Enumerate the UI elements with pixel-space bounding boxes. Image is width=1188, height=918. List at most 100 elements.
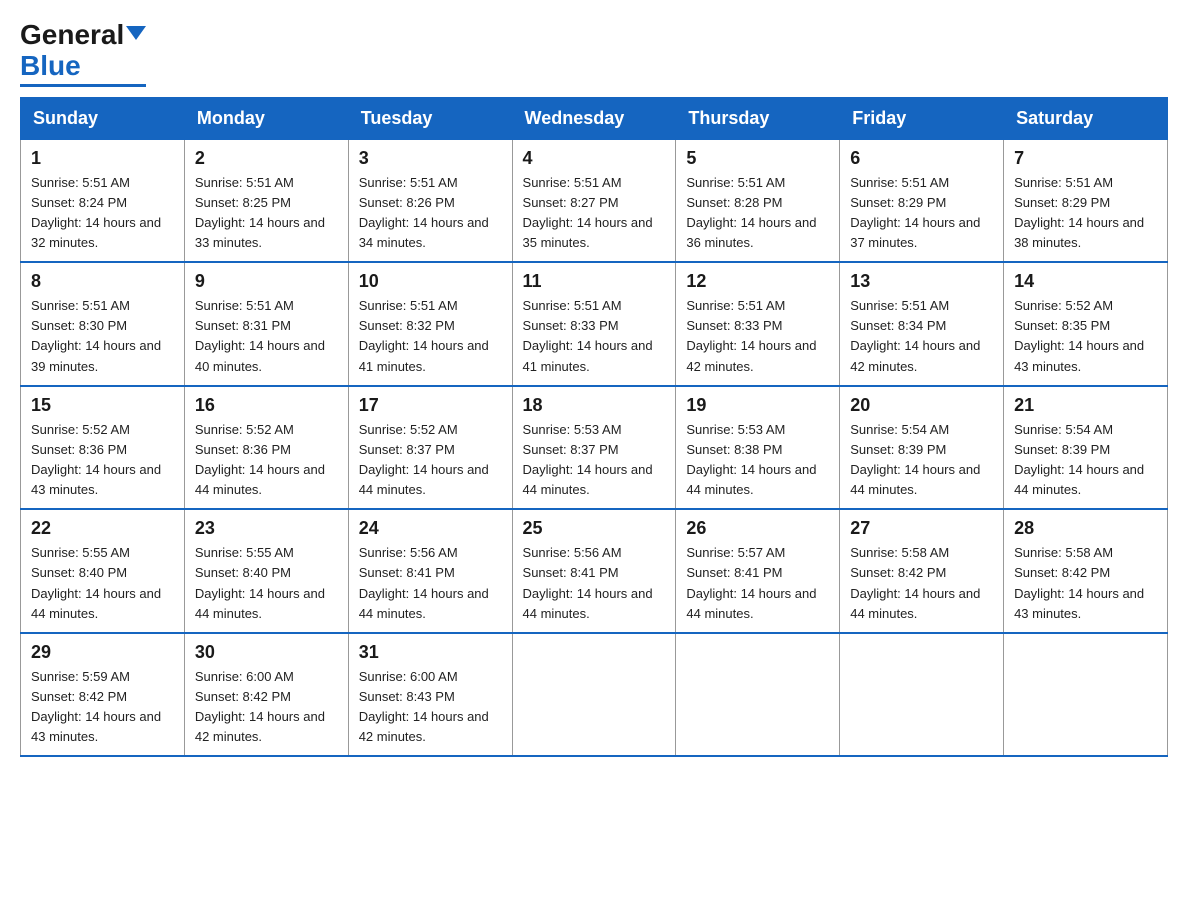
day-number: 18	[523, 395, 666, 416]
calendar-cell	[676, 633, 840, 757]
page-header: General Blue	[20, 20, 1168, 87]
calendar-cell: 3 Sunrise: 5:51 AMSunset: 8:26 PMDaylight…	[348, 139, 512, 262]
calendar-cell: 15 Sunrise: 5:52 AMSunset: 8:36 PMDayligh…	[21, 386, 185, 510]
calendar-cell: 8Sunrise: 5:51 AMSunset: 8:30 PMDaylight…	[21, 262, 185, 386]
calendar-cell: 12Sunrise: 5:51 AMSunset: 8:33 PMDayligh…	[676, 262, 840, 386]
day-number: 1	[31, 148, 174, 169]
day-info: Sunrise: 5:51 AMSunset: 8:33 PMDaylight:…	[523, 296, 666, 377]
calendar-cell: 25Sunrise: 5:56 AMSunset: 8:41 PMDayligh…	[512, 509, 676, 633]
calendar-cell: 14Sunrise: 5:52 AMSunset: 8:35 PMDayligh…	[1004, 262, 1168, 386]
calendar-week-1: 1 Sunrise: 5:51 AMSunset: 8:24 PMDaylight…	[21, 139, 1168, 262]
calendar-cell: 4 Sunrise: 5:51 AMSunset: 8:27 PMDaylight…	[512, 139, 676, 262]
calendar-cell: 11Sunrise: 5:51 AMSunset: 8:33 PMDayligh…	[512, 262, 676, 386]
day-number: 6	[850, 148, 993, 169]
day-info: Sunrise: 5:55 AMSunset: 8:40 PMDaylight:…	[195, 543, 338, 624]
calendar-cell: 19 Sunrise: 5:53 AMSunset: 8:38 PMDayligh…	[676, 386, 840, 510]
calendar-cell	[840, 633, 1004, 757]
day-number: 19	[686, 395, 829, 416]
day-number: 28	[1014, 518, 1157, 539]
calendar-cell	[1004, 633, 1168, 757]
day-info: Sunrise: 5:57 AMSunset: 8:41 PMDaylight:…	[686, 543, 829, 624]
day-info: Sunrise: 5:51 AMSunset: 8:27 PMDaylight:…	[523, 173, 666, 254]
weekday-header-saturday: Saturday	[1004, 97, 1168, 139]
day-info: Sunrise: 5:51 AMSunset: 8:25 PMDaylight:…	[195, 173, 338, 254]
calendar-cell: 21Sunrise: 5:54 AMSunset: 8:39 PMDayligh…	[1004, 386, 1168, 510]
day-number: 21	[1014, 395, 1157, 416]
day-number: 10	[359, 271, 502, 292]
day-info: Sunrise: 5:51 AMSunset: 8:26 PMDaylight:…	[359, 173, 502, 254]
day-number: 29	[31, 642, 174, 663]
day-number: 4	[523, 148, 666, 169]
calendar-cell: 29 Sunrise: 5:59 AMSunset: 8:42 PMDayligh…	[21, 633, 185, 757]
weekday-header-tuesday: Tuesday	[348, 97, 512, 139]
weekday-header-wednesday: Wednesday	[512, 97, 676, 139]
calendar-week-5: 29 Sunrise: 5:59 AMSunset: 8:42 PMDayligh…	[21, 633, 1168, 757]
logo-triangle-icon	[126, 26, 146, 40]
logo-general: General	[20, 19, 124, 50]
calendar-cell: 23 Sunrise: 5:55 AMSunset: 8:40 PMDayligh…	[184, 509, 348, 633]
calendar-cell: 17 Sunrise: 5:52 AMSunset: 8:37 PMDayligh…	[348, 386, 512, 510]
day-number: 14	[1014, 271, 1157, 292]
day-info: Sunrise: 6:00 AMSunset: 8:42 PMDaylight:…	[195, 667, 338, 748]
calendar-cell: 26Sunrise: 5:57 AMSunset: 8:41 PMDayligh…	[676, 509, 840, 633]
calendar-cell: 27 Sunrise: 5:58 AMSunset: 8:42 PMDayligh…	[840, 509, 1004, 633]
day-info: Sunrise: 5:55 AMSunset: 8:40 PMDaylight:…	[31, 543, 174, 624]
day-info: Sunrise: 5:51 AMSunset: 8:29 PMDaylight:…	[850, 173, 993, 254]
day-info: Sunrise: 5:52 AMSunset: 8:37 PMDaylight:…	[359, 420, 502, 501]
calendar-header: SundayMondayTuesdayWednesdayThursdayFrid…	[21, 97, 1168, 139]
day-info: Sunrise: 5:51 AMSunset: 8:31 PMDaylight:…	[195, 296, 338, 377]
calendar-week-4: 22 Sunrise: 5:55 AMSunset: 8:40 PMDayligh…	[21, 509, 1168, 633]
day-number: 25	[523, 518, 666, 539]
day-info: Sunrise: 5:54 AMSunset: 8:39 PMDaylight:…	[850, 420, 993, 501]
calendar-cell: 31Sunrise: 6:00 AMSunset: 8:43 PMDayligh…	[348, 633, 512, 757]
logo-text: General Blue	[20, 20, 146, 82]
day-info: Sunrise: 5:58 AMSunset: 8:42 PMDaylight:…	[850, 543, 993, 624]
calendar-week-2: 8Sunrise: 5:51 AMSunset: 8:30 PMDaylight…	[21, 262, 1168, 386]
day-info: Sunrise: 5:52 AMSunset: 8:36 PMDaylight:…	[195, 420, 338, 501]
calendar-cell: 30 Sunrise: 6:00 AMSunset: 8:42 PMDayligh…	[184, 633, 348, 757]
day-number: 7	[1014, 148, 1157, 169]
calendar-cell: 18 Sunrise: 5:53 AMSunset: 8:37 PMDayligh…	[512, 386, 676, 510]
calendar-cell: 6 Sunrise: 5:51 AMSunset: 8:29 PMDaylight…	[840, 139, 1004, 262]
day-number: 2	[195, 148, 338, 169]
logo: General Blue	[20, 20, 146, 87]
day-number: 31	[359, 642, 502, 663]
day-number: 22	[31, 518, 174, 539]
day-number: 3	[359, 148, 502, 169]
day-number: 30	[195, 642, 338, 663]
day-info: Sunrise: 5:52 AMSunset: 8:36 PMDaylight:…	[31, 420, 174, 501]
day-info: Sunrise: 5:51 AMSunset: 8:29 PMDaylight:…	[1014, 173, 1157, 254]
calendar-cell: 2 Sunrise: 5:51 AMSunset: 8:25 PMDaylight…	[184, 139, 348, 262]
calendar-cell: 1 Sunrise: 5:51 AMSunset: 8:24 PMDaylight…	[21, 139, 185, 262]
day-info: Sunrise: 5:53 AMSunset: 8:38 PMDaylight:…	[686, 420, 829, 501]
day-info: Sunrise: 5:51 AMSunset: 8:34 PMDaylight:…	[850, 296, 993, 377]
day-number: 13	[850, 271, 993, 292]
day-info: Sunrise: 5:51 AMSunset: 8:28 PMDaylight:…	[686, 173, 829, 254]
day-number: 23	[195, 518, 338, 539]
day-number: 27	[850, 518, 993, 539]
weekday-header-friday: Friday	[840, 97, 1004, 139]
calendar-cell: 10 Sunrise: 5:51 AMSunset: 8:32 PMDayligh…	[348, 262, 512, 386]
day-number: 20	[850, 395, 993, 416]
day-info: Sunrise: 5:51 AMSunset: 8:32 PMDaylight:…	[359, 296, 502, 377]
day-number: 5	[686, 148, 829, 169]
weekday-header-thursday: Thursday	[676, 97, 840, 139]
calendar-week-3: 15 Sunrise: 5:52 AMSunset: 8:36 PMDayligh…	[21, 386, 1168, 510]
calendar-cell: 20 Sunrise: 5:54 AMSunset: 8:39 PMDayligh…	[840, 386, 1004, 510]
day-info: Sunrise: 5:53 AMSunset: 8:37 PMDaylight:…	[523, 420, 666, 501]
calendar-cell: 7 Sunrise: 5:51 AMSunset: 8:29 PMDaylight…	[1004, 139, 1168, 262]
day-info: Sunrise: 5:59 AMSunset: 8:42 PMDaylight:…	[31, 667, 174, 748]
weekday-header-sunday: Sunday	[21, 97, 185, 139]
day-number: 16	[195, 395, 338, 416]
day-number: 24	[359, 518, 502, 539]
calendar-cell: 22 Sunrise: 5:55 AMSunset: 8:40 PMDayligh…	[21, 509, 185, 633]
calendar-cell: 28 Sunrise: 5:58 AMSunset: 8:42 PMDayligh…	[1004, 509, 1168, 633]
day-info: Sunrise: 5:58 AMSunset: 8:42 PMDaylight:…	[1014, 543, 1157, 624]
calendar-cell: 16 Sunrise: 5:52 AMSunset: 8:36 PMDayligh…	[184, 386, 348, 510]
day-info: Sunrise: 5:56 AMSunset: 8:41 PMDaylight:…	[359, 543, 502, 624]
day-info: Sunrise: 5:51 AMSunset: 8:24 PMDaylight:…	[31, 173, 174, 254]
day-number: 17	[359, 395, 502, 416]
calendar-table: SundayMondayTuesdayWednesdayThursdayFrid…	[20, 97, 1168, 758]
calendar-cell: 9Sunrise: 5:51 AMSunset: 8:31 PMDaylight…	[184, 262, 348, 386]
day-number: 15	[31, 395, 174, 416]
